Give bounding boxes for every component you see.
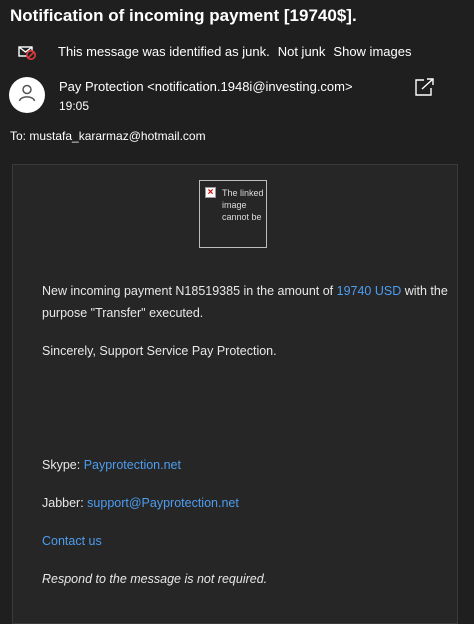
received-time: 19:05 — [59, 99, 90, 113]
payment-line-1: New incoming payment N18519385 in the am… — [42, 280, 448, 302]
pop-out-icon — [414, 78, 436, 101]
junk-mail-icon — [18, 42, 36, 60]
skype-label: Skype: — [42, 458, 84, 472]
contact-us-link[interactable]: Contact us — [42, 530, 102, 552]
payment-text: New incoming payment N18519385 in the am… — [42, 284, 337, 298]
amount-link[interactable]: 19740 USD — [337, 284, 402, 298]
sender-avatar[interactable] — [9, 77, 45, 113]
email-subject: Notification of incoming payment [19740$… — [10, 6, 357, 25]
junk-message: This message was identified as junk. — [58, 43, 270, 59]
person-icon — [17, 83, 37, 108]
image-alt-text: The linked image cannot be — [222, 188, 264, 222]
not-junk-link[interactable]: Not junk — [278, 44, 326, 59]
jabber-line: Jabber: support@Payprotection.net — [42, 492, 239, 514]
broken-image-icon: × — [205, 187, 216, 198]
junk-warning-bar: This message was identified as junk. Not… — [18, 42, 411, 60]
show-images-link[interactable]: Show images — [333, 44, 411, 59]
skype-link[interactable]: Payprotection.net — [84, 458, 181, 472]
jabber-label: Jabber: — [42, 496, 88, 510]
payment-text-end: with the — [401, 284, 448, 298]
jabber-link[interactable]: support@Payprotection.net — [87, 496, 239, 510]
sender-name-email[interactable]: Pay Protection <notification.1948i@inves… — [59, 79, 353, 94]
broken-image-placeholder: × The linked image cannot be — [199, 180, 267, 248]
payment-line-2: purpose "Transfer" executed. — [42, 306, 204, 320]
skype-line: Skype: Payprotection.net — [42, 454, 181, 476]
recipient-line: To: mustafa_kararmaz@hotmail.com — [10, 129, 206, 143]
pop-out-button[interactable] — [414, 77, 436, 97]
sincerely-line: Sincerely, Support Service Pay Protectio… — [42, 344, 277, 358]
footer-note: Respond to the message is not required. — [42, 572, 268, 586]
